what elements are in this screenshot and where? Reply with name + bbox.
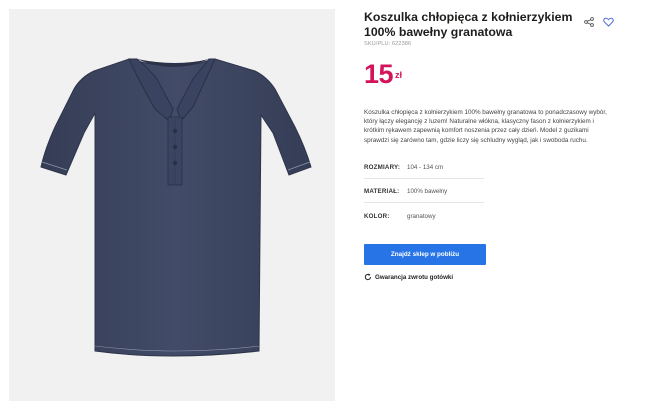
attribute-value: granatowy bbox=[407, 213, 436, 220]
product-title: Koszulka chłopięca z kołnierzykiem 100% … bbox=[364, 10, 573, 39]
price-currency: zł bbox=[395, 69, 403, 80]
refresh-icon bbox=[364, 273, 372, 281]
share-icon[interactable] bbox=[584, 17, 594, 27]
product-price: 15 zł bbox=[364, 58, 402, 90]
guarantee-label: Gwarancja zwrotu gotówki bbox=[375, 273, 454, 281]
product-image-panel[interactable] bbox=[9, 9, 335, 401]
find-store-button[interactable]: Znajdź sklep w pobliżu bbox=[364, 244, 486, 265]
attribute-label: ROZMIARY: bbox=[364, 164, 401, 171]
price-value: 15 bbox=[364, 59, 394, 89]
heart-icon[interactable] bbox=[603, 17, 614, 27]
product-sku: SKU/PLU: 622386 bbox=[364, 41, 412, 47]
polo-shirt-image bbox=[40, 58, 312, 357]
money-back-guarantee[interactable]: Gwarancja zwrotu gotówki bbox=[364, 273, 453, 281]
divider bbox=[364, 178, 484, 179]
attribute-value: 104 - 134 cm bbox=[407, 164, 444, 171]
attribute-label: MATERIAŁ: bbox=[364, 188, 400, 195]
attribute-value: 100% bawełny bbox=[407, 188, 448, 195]
divider bbox=[364, 202, 484, 203]
product-description: Koszulka chłopięca z kołnierzykiem 100% … bbox=[364, 109, 607, 144]
attribute-label: KOLOR: bbox=[364, 213, 390, 220]
